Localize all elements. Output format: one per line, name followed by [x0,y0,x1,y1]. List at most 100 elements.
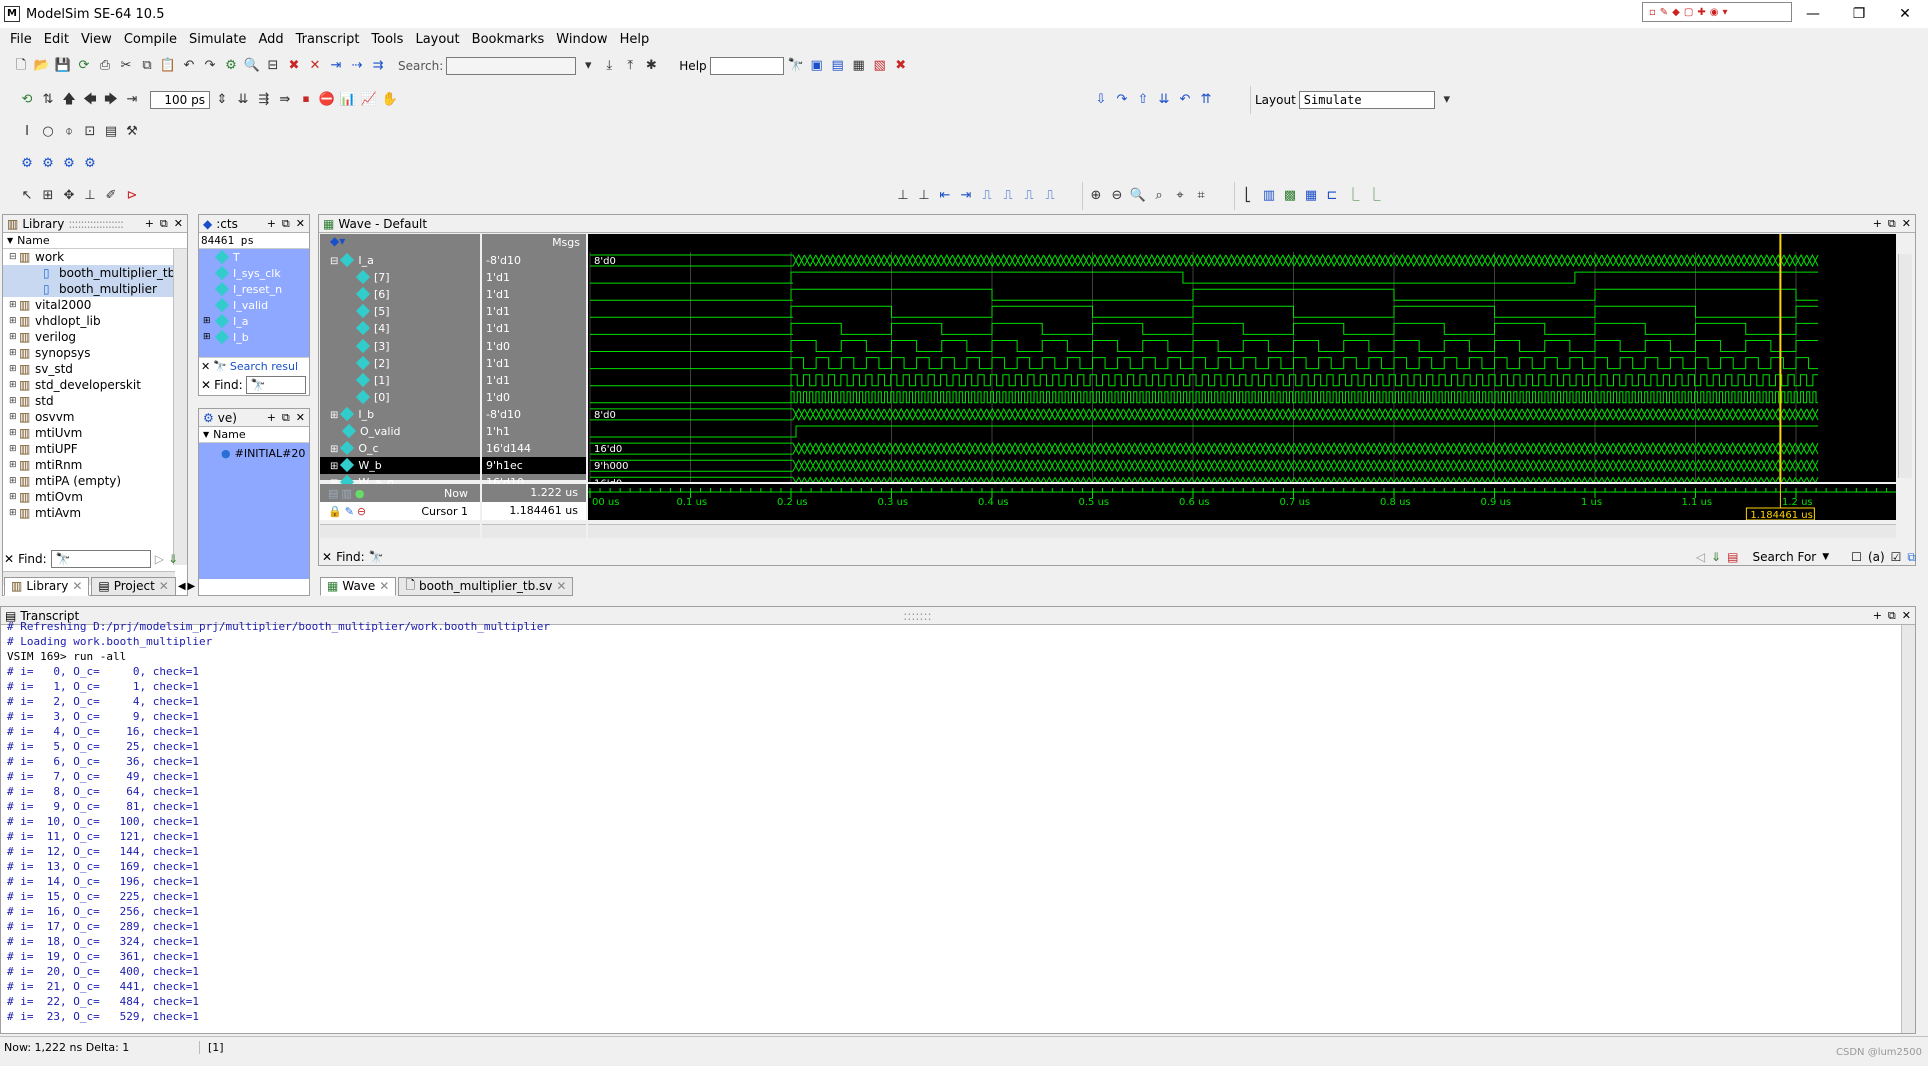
case-checkbox[interactable]: ☐ [1851,550,1862,564]
library-close-icon[interactable]: ✕ [174,217,183,231]
find-prev-icon[interactable]: ◁ [1696,550,1705,564]
list-item[interactable]: ⊞ ▥ mtiOvm [3,489,187,505]
edge-3-icon[interactable]: ⎍ [1020,187,1038,205]
collapse-icon[interactable]: ⊟ [264,57,282,75]
list-item[interactable]: ⊞ ▥ mtiUvm [3,425,187,441]
redo-icon[interactable]: ↷ [201,57,219,75]
restore-icon[interactable]: ❐ [1836,0,1882,28]
find-close-icon[interactable]: ✕ [4,552,14,566]
cursor-del-icon[interactable]: ⊥ [915,187,933,205]
tab-wave[interactable]: ▦ Wave ✕ [320,576,397,596]
fmt-4-icon[interactable]: ▦ [1302,187,1320,205]
expand-icon[interactable]: ⊞ [9,460,19,470]
wave-signal-row[interactable]: [3] [320,338,480,355]
library-scrollbar[interactable] [173,249,187,565]
fmt-2-icon[interactable]: ▥ [1260,187,1278,205]
timeline-ruler[interactable]: 00 us 0.1 us 0.2 us 0.3 us 0.4 us 0.5 us 0.6 u… [588,484,1897,521]
run-all-icon[interactable]: ⇛ [276,91,294,109]
cursor-row[interactable]: 🔒 ✎ ⊖ Cursor 1 [320,502,480,520]
delete-icon[interactable]: ✕ [306,57,324,75]
list-item[interactable]: ▯ booth_multiplier [3,281,187,297]
edit-icon[interactable]: ✐ [102,187,120,205]
processes-undock-icon[interactable]: ⧉ [282,411,290,425]
step-back-out-icon[interactable]: ⇈ [1197,91,1215,109]
search-for-dropdown-icon[interactable]: ▼ [1822,552,1829,562]
break-sim-icon[interactable]: ⏹ [297,91,315,109]
column-name[interactable]: Name [17,234,49,247]
continue-icon[interactable]: ⇶ [255,91,273,109]
step-back-over-icon[interactable]: ↶ [1176,91,1194,109]
step-over-icon[interactable]: ⇉ [369,57,387,75]
list-item[interactable]: ⊞ ▥ mtiPA (empty) [3,473,187,489]
step-in-icon[interactable]: ⇢ [348,57,366,75]
wave-undock-icon[interactable]: ⧉ [1888,217,1896,231]
fmt-3-icon[interactable]: ▩ [1281,187,1299,205]
fmt-5-icon[interactable]: ⊏ [1323,187,1341,205]
layout-select[interactable]: Simulate [1298,91,1435,109]
cov-3-icon[interactable]: ⊡ [81,123,99,141]
fmt-6-icon[interactable]: ⎿ [1344,187,1362,205]
find-icon[interactable]: 🔍 [243,57,261,75]
wave-signal-row[interactable]: O_valid [320,423,480,440]
menu-simulate[interactable]: Simulate [183,32,252,47]
zoom-box-icon[interactable]: ⊞ [39,187,57,205]
expand-icon[interactable]: ⊞ [203,332,215,342]
undo-icon[interactable]: ↶ [180,57,198,75]
menu-transcript[interactable]: Transcript [290,32,366,47]
zoom-in-icon[interactable]: ⊕ [1087,187,1105,205]
menu-window[interactable]: Window [550,32,613,47]
list-item[interactable]: ⊞ ▥ mtiRnm [3,457,187,473]
gear-2-icon[interactable]: ⚙ [39,155,57,173]
menu-file[interactable]: File [4,32,38,47]
expand-icon[interactable]: ⊞ [9,332,19,342]
tab-scroll-right-icon[interactable]: ▶ [188,581,196,592]
list-item[interactable]: ⊞ ▥ mtiAvm [3,505,187,521]
wave-signal-row[interactable]: [5] [320,303,480,320]
menu-view[interactable]: View [75,32,118,47]
expand-icon[interactable]: ⊞ [9,380,19,390]
fmt-1-icon[interactable]: ⎣ [1239,187,1257,205]
step-into-icon[interactable]: ⇩ [1092,91,1110,109]
waveform-canvas[interactable]: 8'd0 8'd0 16'd0 9'h000 16'd0 [588,234,1897,490]
run-length-icon[interactable]: ⇥ [123,91,141,109]
pan-icon[interactable]: ✥ [60,187,78,205]
expand-icon[interactable]: ⊞ [9,300,19,310]
menu-bookmarks[interactable]: Bookmarks [466,32,551,47]
find-prev-icon[interactable]: ⤒ [621,57,639,75]
wave-tools-icon[interactable]: ◆▾ [320,234,345,248]
find-doc-icon[interactable]: ▤ [1727,550,1738,564]
wave-add-icon[interactable]: + [1873,217,1882,231]
print-icon[interactable]: ⎙ [96,57,114,75]
zoom-cursor-icon[interactable]: ⌕ [1150,187,1168,205]
menu-tools[interactable]: Tools [365,32,409,47]
menu-add[interactable]: Add [252,32,289,47]
env-icon[interactable]: ⇅ [39,91,57,109]
expand-icon[interactable]: ⊞ [330,461,338,472]
library-grip[interactable]: :::::::::::::::::: [68,217,124,231]
tab-source-file[interactable]: 🗋 booth_multiplier_tb.sv ✕ [398,576,574,596]
library-find-input[interactable]: 🔭 [50,550,151,568]
cov-wand-icon[interactable]: ⚒ [123,123,141,141]
transcript-scrollbar[interactable] [1901,625,1915,1033]
forward-icon[interactable]: 🡆 [102,91,120,109]
list-item[interactable]: I_sys_clk [199,265,309,281]
find-next-icon[interactable]: ⇓ [1711,550,1721,564]
tab-library[interactable]: ▥ Library ✕ [4,576,90,596]
expand-icon[interactable]: ⊞ [9,492,19,502]
edge-1-icon[interactable]: ⎍ [978,187,996,205]
fmt-7-icon[interactable]: ⎿ [1365,187,1383,205]
stop-icon[interactable]: ⛔ [318,91,336,109]
wave-signal-row[interactable]: ⊟ I_a [320,252,480,269]
expand-icon[interactable]: ⊞ [9,508,19,518]
close-icon[interactable]: ✕ [72,579,82,593]
insert-break-icon[interactable]: ⇥ [327,57,345,75]
tab-scroll-left-icon[interactable]: ◀ [178,581,186,592]
step-back-icon[interactable]: ⇊ [1155,91,1173,109]
edge-2-icon[interactable]: ⎍ [999,187,1017,205]
help-input[interactable] [709,57,784,75]
search-for-select[interactable]: Search For [1752,550,1816,564]
run-length-input[interactable]: 100 ps [150,91,210,109]
performance-icon[interactable]: 📊 [339,91,357,109]
library-undock-icon[interactable]: ⧉ [160,217,168,231]
expand-icon[interactable]: ⊞ [203,316,215,326]
